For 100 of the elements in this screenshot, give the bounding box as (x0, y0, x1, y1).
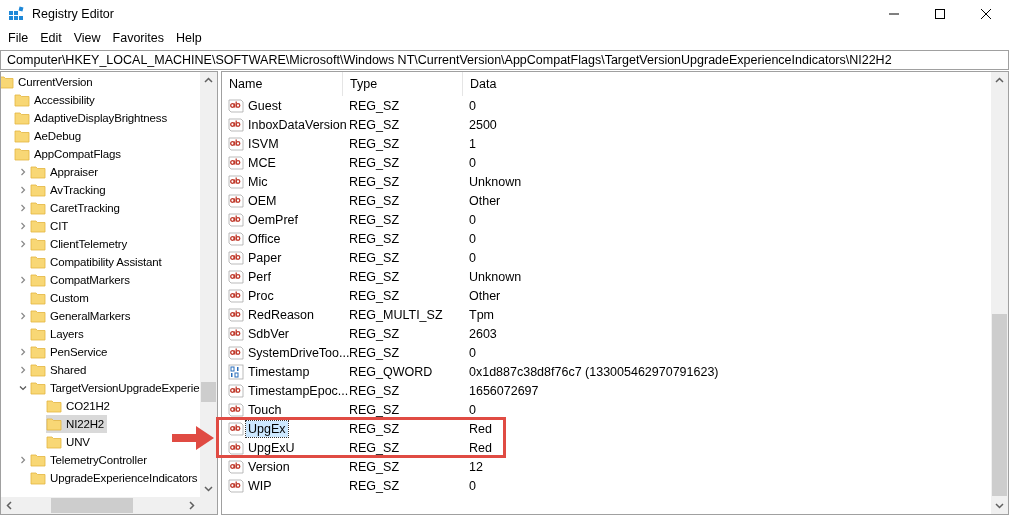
folder-icon (30, 308, 46, 324)
registry-icon (8, 6, 24, 22)
tree-item[interactable]: Compatibility Assistant (30, 253, 165, 271)
value-name[interactable]: WIP (246, 477, 274, 494)
tree-item[interactable]: Appraiser (30, 163, 101, 181)
menu-item[interactable]: Edit (34, 31, 68, 45)
tree-item[interactable]: Accessibility (14, 91, 98, 109)
folder-icon (46, 416, 62, 432)
tree-item[interactable]: AppCompatFlags (14, 145, 124, 163)
tree-item[interactable]: AvTracking (30, 181, 109, 199)
value-name[interactable]: UpgEx (246, 420, 288, 437)
folder-icon (30, 452, 46, 468)
menu-item[interactable]: File (2, 31, 35, 45)
address-bar[interactable]: Computer\HKEY_LOCAL_MACHINE\SOFTWARE\Microsoft\Windows NT\CurrentVersion\AppCompatFlags\TargetVersionUpgradeExperienceIndicators\NI22H2 (0, 50, 1009, 70)
value-name[interactable]: OEM (246, 192, 279, 209)
folder-icon (30, 344, 46, 360)
scroll-down-icon[interactable] (204, 484, 213, 493)
value-name[interactable]: Proc (246, 287, 276, 304)
table-cell-text: 2603 (468, 326, 498, 341)
table-cell-text: 0 (468, 478, 477, 493)
tree-item[interactable]: TargetVersionUpgradeExperie (30, 379, 200, 397)
column-header[interactable]: Data (463, 72, 991, 96)
string-value-icon (228, 97, 244, 114)
chevron-icon[interactable] (19, 204, 27, 212)
value-name[interactable]: Touch (246, 401, 284, 418)
tree-item[interactable]: CurrentVersion (1, 73, 96, 91)
folder-icon (14, 92, 30, 108)
column-header[interactable]: Type (343, 72, 463, 96)
tree-item[interactable]: PenService (30, 343, 111, 361)
table-cell-text: 0 (468, 345, 477, 360)
menu-item[interactable]: Favorites (106, 31, 170, 45)
value-name[interactable]: Paper (246, 249, 284, 266)
scroll-up-icon[interactable] (204, 76, 213, 85)
table-cell-text: REG_SZ (348, 212, 400, 227)
value-name[interactable]: Timestamp (246, 363, 312, 380)
tree-item[interactable]: TelemetryController (30, 451, 150, 469)
value-name[interactable]: ISVM (246, 135, 281, 152)
chevron-icon[interactable] (19, 366, 27, 374)
folder-icon (30, 470, 46, 486)
scrollbar-thumb[interactable] (201, 382, 216, 402)
close-icon[interactable] (981, 9, 991, 19)
tree-item[interactable]: ClientTelemetry (30, 235, 130, 253)
chevron-icon[interactable] (19, 222, 27, 230)
value-name[interactable]: Mic (246, 173, 270, 190)
table-cell-text: REG_SZ (348, 402, 400, 417)
value-name[interactable]: InboxDataVersion (246, 116, 349, 133)
chevron-icon[interactable] (19, 168, 27, 176)
scroll-left-icon[interactable] (5, 501, 14, 510)
folder-icon (30, 362, 46, 378)
table-cell-text: REG_SZ (348, 250, 400, 265)
tree-item[interactable]: Shared (30, 361, 90, 379)
value-name[interactable]: TimestampEpoc... (246, 382, 351, 399)
tree-item[interactable]: UNV (46, 433, 93, 451)
scrollbar[interactable] (1, 497, 200, 514)
table-cell-text: 0 (468, 231, 477, 246)
table-cell-text: REG_SZ (348, 231, 400, 246)
tree-item[interactable]: CO21H2 (46, 397, 113, 415)
chevron-icon[interactable] (19, 384, 27, 392)
scrollbar[interactable] (991, 72, 1008, 514)
tree-item[interactable]: UpgradeExperienceIndicators (30, 469, 200, 487)
chevron-icon[interactable] (19, 456, 27, 464)
chevron-icon[interactable] (19, 240, 27, 248)
string-value-icon (228, 325, 244, 342)
tree-item[interactable]: Custom (30, 289, 92, 307)
value-name[interactable]: OemPref (246, 211, 300, 228)
value-name[interactable]: RedReason (246, 306, 316, 323)
chevron-icon[interactable] (19, 276, 27, 284)
scroll-down-icon[interactable] (995, 501, 1004, 510)
scrollbar[interactable] (200, 72, 217, 497)
tree-item[interactable]: CompatMarkers (30, 271, 133, 289)
chevron-icon[interactable] (19, 186, 27, 194)
scroll-up-icon[interactable] (995, 76, 1004, 85)
chevron-icon[interactable] (19, 312, 27, 320)
table-cell-text: REG_SZ (348, 326, 400, 341)
maximize-icon[interactable] (935, 9, 945, 19)
value-name[interactable]: Version (246, 458, 292, 475)
menu-item[interactable]: View (67, 31, 107, 45)
tree-item[interactable]: GeneralMarkers (30, 307, 134, 325)
tree-item[interactable]: CIT (30, 217, 72, 235)
folder-icon (14, 146, 30, 162)
value-name[interactable]: Office (246, 230, 283, 247)
table-cell-text: Tpm (468, 307, 495, 322)
value-name[interactable]: SdbVer (246, 325, 291, 342)
table-cell-text: Unknown (468, 269, 523, 284)
value-name[interactable]: Guest (246, 97, 284, 114)
menu-item[interactable]: Help (170, 31, 208, 45)
tree-item[interactable]: NI22H2 (46, 415, 108, 433)
column-header[interactable]: Name (222, 72, 343, 96)
value-name[interactable]: MCE (246, 154, 278, 171)
scrollbar-thumb[interactable] (51, 498, 133, 513)
tree-item[interactable]: CaretTracking (30, 199, 123, 217)
tree-item[interactable]: AdaptiveDisplayBrightness (14, 109, 171, 127)
tree-item[interactable]: Layers (30, 325, 87, 343)
scrollbar-thumb[interactable] (992, 314, 1007, 496)
value-name[interactable]: Perf (246, 268, 273, 285)
value-name[interactable]: UpgExU (246, 439, 297, 456)
tree-item[interactable]: AeDebug (14, 127, 84, 145)
table-cell-text: REG_SZ (348, 478, 400, 493)
scroll-right-icon[interactable] (187, 501, 196, 510)
chevron-icon[interactable] (19, 348, 27, 356)
